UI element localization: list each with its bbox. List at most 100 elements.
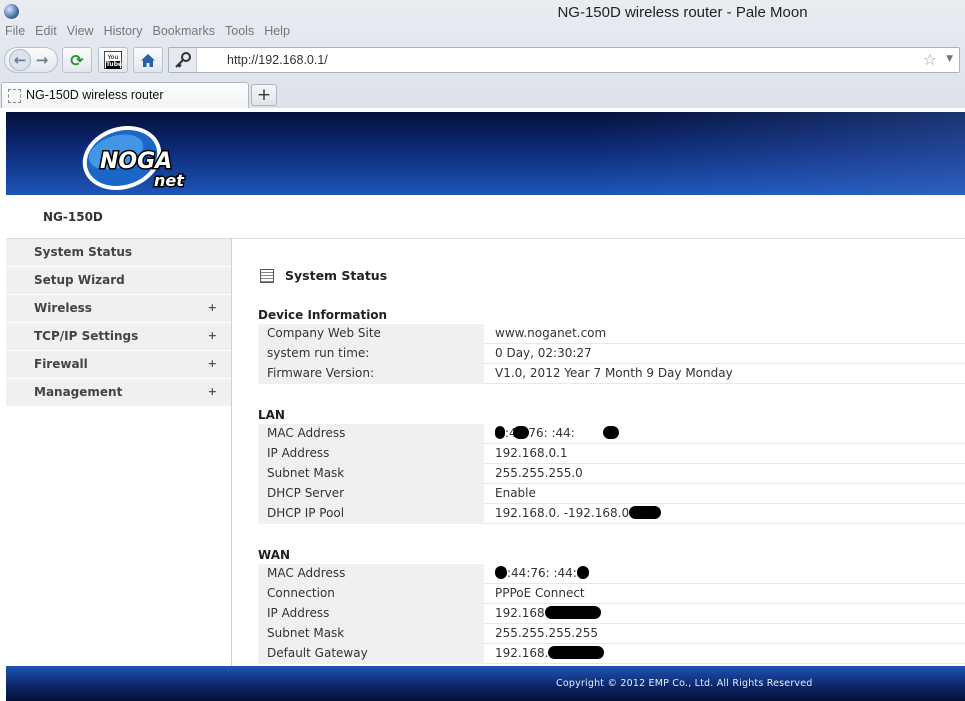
table-row: Default Gateway 192.168. <box>258 644 965 664</box>
page-title: System Status <box>285 268 388 283</box>
row-label: IP Address <box>258 444 484 464</box>
site-identity-button[interactable] <box>169 48 197 72</box>
row-value: V1.0, 2012 Year 7 Month 9 Day Monday <box>495 366 733 380</box>
table-row: Subnet Mask 255.255.255.255 <box>258 624 965 644</box>
new-tab-button[interactable]: + <box>251 84 277 106</box>
row-value: www.noganet.com <box>495 326 607 340</box>
lan-title: LAN <box>258 408 285 422</box>
table-row: IP Address 192.168.0.1 <box>258 444 965 464</box>
expand-icon[interactable]: + <box>208 323 217 349</box>
logo-bottom-text: net <box>154 171 185 190</box>
redaction-mark <box>602 426 619 439</box>
title-bar: NG-150D wireless router - Pale Moon <box>0 0 965 24</box>
redaction-mark <box>495 426 505 439</box>
window-title: NG-150D wireless router - Pale Moon <box>557 4 808 21</box>
menu-file[interactable]: File <box>0 24 30 42</box>
sidebar-item-tcpip-settings[interactable]: TCP/IP Settings + <box>6 323 231 351</box>
youtube-text: You <box>107 53 119 61</box>
row-value: 192.168. <box>495 644 605 664</box>
home-button[interactable] <box>133 47 163 73</box>
redaction-mark <box>495 566 507 579</box>
star-icon[interactable]: ☆ <box>923 50 937 69</box>
menu-tools[interactable]: Tools <box>220 24 259 42</box>
table-row: Company Web Site www.noganet.com <box>258 324 965 344</box>
row-value: 0 Day, 02:30:27 <box>495 346 592 360</box>
menu-history[interactable]: History <box>99 24 148 42</box>
table-row: Connection PPPoE Connect <box>258 584 965 604</box>
row-label: system run time: <box>258 344 484 364</box>
row-label: IP Address <box>258 604 484 624</box>
page-icon <box>8 89 21 103</box>
model-name: NG-150D <box>43 210 103 224</box>
table-row: MAC Address :44:76: :44: <box>258 424 965 444</box>
sidebar-item-setup-wizard[interactable]: Setup Wizard <box>6 267 231 295</box>
row-value: 192.168 <box>495 604 601 624</box>
sidebar-menu: System Status Setup Wizard Wireless + TC… <box>6 239 232 669</box>
noganet-logo: NOGA net <box>82 126 187 192</box>
table-row: DHCP IP Pool 192.168.0. -192.168.0. <box>258 504 965 524</box>
row-label: DHCP IP Pool <box>258 504 484 524</box>
ip-fragment: 192.168 <box>495 606 545 620</box>
row-label: MAC Address <box>258 424 484 444</box>
reload-button[interactable]: ⟳ <box>62 47 92 73</box>
sidebar-item-label: Firewall <box>34 357 88 371</box>
wan-title: WAN <box>258 548 291 562</box>
home-icon <box>141 53 155 67</box>
row-value: :44:76: :44: <box>495 424 619 444</box>
menu-view[interactable]: View <box>62 24 99 42</box>
youtube-button[interactable]: You Tube <box>98 47 128 73</box>
browser-chrome: NG-150D wireless router - Pale Moon File… <box>0 0 965 108</box>
row-label: Subnet Mask <box>258 464 484 484</box>
router-page: NOGA net NG-150D System Status Setup Wiz… <box>0 108 965 701</box>
row-value: :44:76: :44: <box>495 564 589 584</box>
row-label: Firmware Version: <box>258 364 484 384</box>
row-value: 255.255.255.0 <box>495 466 583 480</box>
row-label: Company Web Site <box>258 324 484 344</box>
youtube-text-2: Tube <box>106 61 123 69</box>
footer-bar: Copyright © 2012 EMP Co., Ltd. All Right… <box>6 666 965 701</box>
sidebar-item-wireless[interactable]: Wireless + <box>6 295 231 323</box>
mac-fragment: :44:76: :44: <box>507 566 577 580</box>
key-icon <box>174 52 191 68</box>
row-value: 192.168.0.1 <box>495 446 568 460</box>
sidebar-item-label: TCP/IP Settings <box>34 329 139 343</box>
expand-icon[interactable]: + <box>208 295 217 321</box>
table-row: system run time: 0 Day, 02:30:27 <box>258 344 965 364</box>
banner-shine <box>585 112 965 195</box>
table-row: IP Address 192.168 <box>258 604 965 624</box>
tab-router[interactable]: NG-150D wireless router <box>1 82 249 108</box>
sidebar-item-label: System Status <box>34 245 133 259</box>
sidebar-item-label: Wireless <box>34 301 92 315</box>
model-bar: NG-150D <box>6 195 965 239</box>
sidebar-item-firewall[interactable]: Firewall + <box>6 351 231 379</box>
row-label: Subnet Mask <box>258 624 484 644</box>
sidebar-item-management[interactable]: Management + <box>6 379 231 407</box>
redaction-mark <box>512 426 529 439</box>
forward-icon[interactable]: → <box>31 49 53 71</box>
table-row: Firmware Version: V1.0, 2012 Year 7 Mont… <box>258 364 965 384</box>
row-value: Enable <box>495 486 536 500</box>
back-icon[interactable]: ← <box>9 49 31 71</box>
menu-bookmarks[interactable]: Bookmarks <box>147 24 220 42</box>
address-bar[interactable]: http://192.168.0.1/ ☆ ▼ <box>168 47 960 73</box>
sidebar-item-system-status[interactable]: System Status <box>6 239 231 267</box>
copyright-text: Copyright © 2012 EMP Co., Ltd. All Right… <box>556 678 813 689</box>
redaction-mark <box>548 646 605 659</box>
menu-edit[interactable]: Edit <box>30 24 62 42</box>
table-row: DHCP Server Enable <box>258 484 965 504</box>
dhcp-pool-text: 192.168.0. -192.168.0. <box>495 506 633 520</box>
reload-icon: ⟳ <box>70 50 84 70</box>
expand-icon[interactable]: + <box>208 351 217 377</box>
tab-bar: NG-150D wireless router + <box>0 80 965 108</box>
expand-icon[interactable]: + <box>208 379 217 405</box>
menu-help[interactable]: Help <box>259 24 295 42</box>
redaction-mark <box>628 506 661 519</box>
dropdown-icon[interactable]: ▼ <box>946 54 953 64</box>
row-label: MAC Address <box>258 564 484 584</box>
table-row: MAC Address :44:76: :44: <box>258 564 965 584</box>
row-label: Connection <box>258 584 484 604</box>
header-banner: NOGA net <box>6 112 965 195</box>
url-text[interactable]: http://192.168.0.1/ <box>227 53 328 67</box>
table-row: Subnet Mask 255.255.255.0 <box>258 464 965 484</box>
redaction-mark <box>576 566 589 579</box>
